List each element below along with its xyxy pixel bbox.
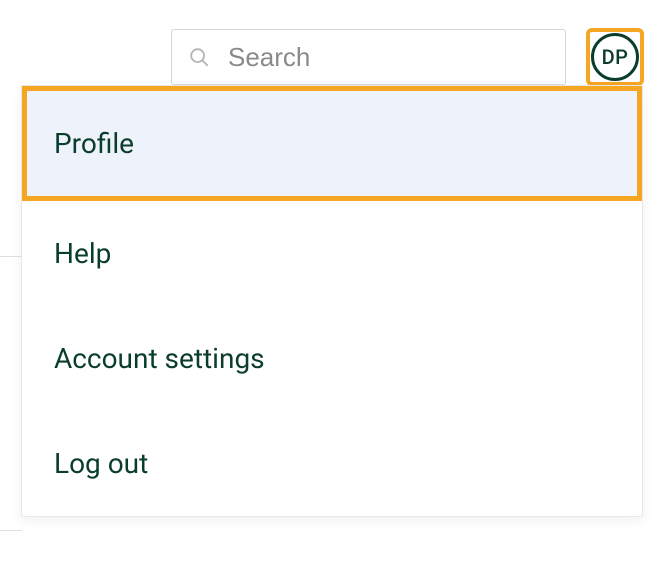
menu-item-profile[interactable]: Profile <box>22 86 642 201</box>
menu-item-label: Account settings <box>54 342 265 375</box>
avatar-highlight: DP <box>586 28 644 86</box>
search-icon <box>188 46 210 68</box>
divider-left-1 <box>0 256 22 257</box>
search-input[interactable] <box>228 42 549 73</box>
avatar-initials: DP <box>602 45 629 69</box>
divider-left-2 <box>0 530 22 531</box>
menu-item-log-out[interactable]: Log out <box>22 411 642 516</box>
avatar[interactable]: DP <box>591 33 639 81</box>
menu-item-account-settings[interactable]: Account settings <box>22 306 642 411</box>
user-menu-dropdown: Profile Help Account settings Log out <box>21 85 643 517</box>
menu-item-help[interactable]: Help <box>22 201 642 306</box>
search-box[interactable] <box>171 29 566 85</box>
menu-item-label: Profile <box>54 127 134 160</box>
menu-item-label: Log out <box>54 447 148 480</box>
header: DP <box>0 0 658 86</box>
menu-item-label: Help <box>54 237 111 270</box>
